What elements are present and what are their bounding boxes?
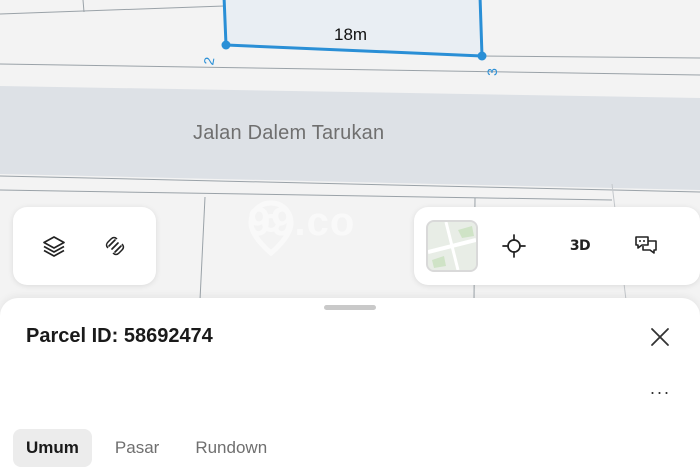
view-3d-button[interactable]: 3D bbox=[558, 224, 602, 268]
parcel-line bbox=[0, 5, 225, 15]
more-options-button[interactable]: ··· bbox=[646, 382, 674, 402]
parcel-dimension-label: 18m bbox=[334, 25, 368, 44]
parcel-title: Parcel ID: 58692474 bbox=[26, 325, 213, 347]
basemap-thumbnail-icon bbox=[428, 222, 476, 270]
close-button[interactable] bbox=[648, 325, 672, 349]
view-3d-label: 3D bbox=[569, 238, 591, 254]
parcel-line bbox=[82, 0, 85, 13]
tab-rundown[interactable]: Rundown bbox=[182, 429, 280, 467]
locate-button[interactable] bbox=[492, 224, 536, 268]
parcel-line bbox=[199, 196, 206, 301]
measure-button[interactable] bbox=[93, 224, 137, 268]
parcel-line bbox=[0, 189, 613, 201]
tab-pasar[interactable]: Pasar bbox=[102, 429, 172, 467]
parcel-line bbox=[479, 55, 700, 59]
parcel-vertex bbox=[477, 51, 487, 61]
watermark-logo-icon bbox=[248, 200, 294, 256]
feedback-chat-icon bbox=[635, 236, 657, 254]
locate-crosshair-icon bbox=[502, 234, 526, 258]
map-tools-right: 3D bbox=[414, 207, 700, 285]
parcel-vertex bbox=[221, 40, 231, 50]
map-tools-left bbox=[13, 207, 156, 285]
basemap-thumbnail-button[interactable] bbox=[426, 220, 478, 272]
sheet-drag-handle[interactable] bbox=[324, 305, 376, 310]
tab-bar: Umum Pasar Rundown bbox=[13, 429, 290, 467]
watermark: 99.co bbox=[248, 200, 355, 256]
measure-icon bbox=[106, 236, 125, 256]
parcel-line bbox=[0, 63, 700, 76]
vertex-label-3: 3 bbox=[483, 68, 500, 76]
parcel-info-sheet: Parcel ID: 58692474 ··· Umum Pasar Rundo… bbox=[0, 298, 700, 467]
feedback-button[interactable] bbox=[624, 224, 668, 268]
close-icon bbox=[651, 328, 669, 346]
layers-icon bbox=[42, 236, 65, 257]
tab-umum[interactable]: Umum bbox=[13, 429, 92, 467]
road-name-label: Jalan Dalem Tarukan bbox=[193, 122, 385, 144]
layers-button[interactable] bbox=[32, 224, 76, 268]
